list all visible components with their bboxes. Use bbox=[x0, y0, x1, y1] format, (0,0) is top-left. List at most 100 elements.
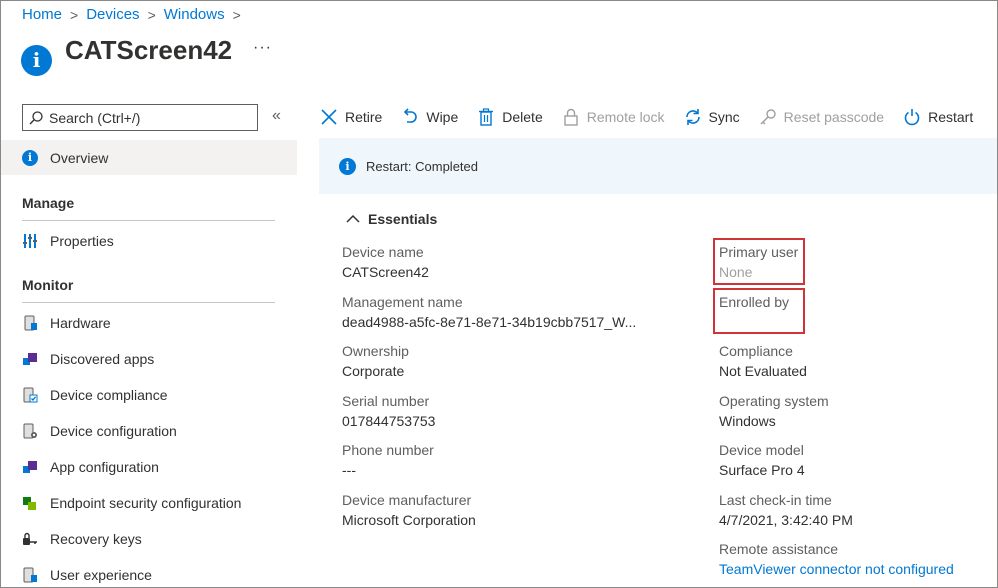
info-icon: i bbox=[21, 45, 52, 76]
sync-button[interactable]: Sync bbox=[683, 107, 740, 127]
divider bbox=[22, 220, 275, 221]
command-bar: Retire Wipe Delete Remote lock Sync Rese… bbox=[319, 101, 991, 133]
property-value: 4/7/2021, 3:42:40 PM bbox=[719, 512, 853, 528]
sidebar-item-user-experience[interactable]: User experience bbox=[22, 565, 152, 585]
section-title-manage: Manage bbox=[22, 195, 75, 211]
sidebar-item-device-configuration[interactable]: Device configuration bbox=[22, 421, 177, 441]
restart-label: Restart bbox=[928, 109, 974, 125]
property-value: dead4988-a5fc-8e71-8e71-34b19cbb7517_W..… bbox=[342, 314, 637, 330]
breadcrumb-windows[interactable]: Windows bbox=[164, 6, 225, 23]
sidebar-item-recovery-keys[interactable]: Recovery keys bbox=[22, 529, 142, 549]
sidebar-item-label: Recovery keys bbox=[50, 531, 142, 547]
property-value: Corporate bbox=[342, 363, 405, 379]
property-value: Microsoft Corporation bbox=[342, 512, 476, 528]
search-input[interactable] bbox=[49, 109, 239, 126]
info-icon: i bbox=[22, 149, 38, 166]
apps-icon bbox=[23, 353, 37, 365]
property-label: Serial number bbox=[342, 393, 430, 409]
sync-label: Sync bbox=[708, 109, 740, 125]
property-label: Phone number bbox=[342, 442, 434, 458]
sidebar-item-label: Device configuration bbox=[50, 423, 177, 439]
sidebar-item-label: Overview bbox=[50, 149, 109, 166]
property-management-name: Management name dead4988-a5fc-8e71-8e71-… bbox=[342, 292, 636, 332]
sidebar-item-label: Hardware bbox=[50, 315, 111, 331]
property-operating-system: Operating system Windows bbox=[719, 391, 829, 431]
property-device-model: Device model Surface Pro 4 bbox=[719, 440, 805, 480]
sidebar-item-label: Device compliance bbox=[50, 387, 168, 403]
reset-passcode-label: Reset passcode bbox=[783, 109, 885, 125]
essentials-title: Essentials bbox=[368, 211, 438, 227]
property-label: Device model bbox=[719, 442, 804, 458]
breadcrumb: Home > Devices > Windows > bbox=[22, 6, 249, 23]
property-phone-number: Phone number --- bbox=[342, 440, 434, 480]
property-ownership: Ownership Corporate bbox=[342, 341, 409, 381]
lock-icon bbox=[561, 107, 581, 127]
breadcrumb-home[interactable]: Home bbox=[22, 6, 62, 23]
reset-passcode-button[interactable]: Reset passcode bbox=[758, 107, 884, 127]
sidebar-item-label: App configuration bbox=[50, 459, 159, 475]
property-device-name: Device name CATScreen42 bbox=[342, 242, 429, 282]
endpoint-security-icon bbox=[23, 497, 36, 510]
property-value: Surface Pro 4 bbox=[719, 462, 805, 478]
section-title-monitor: Monitor bbox=[22, 277, 74, 293]
search-icon bbox=[29, 110, 43, 124]
chevron-right-icon: > bbox=[70, 6, 79, 23]
notification-text: Restart: Completed bbox=[366, 158, 478, 174]
sidebar-item-hardware[interactable]: Hardware bbox=[22, 313, 111, 333]
divider bbox=[22, 302, 275, 303]
chevron-right-icon: > bbox=[147, 6, 156, 23]
properties-icon bbox=[23, 234, 37, 248]
property-label: Device manufacturer bbox=[342, 492, 472, 508]
delete-label: Delete bbox=[502, 109, 543, 125]
user-experience-icon bbox=[23, 567, 37, 583]
property-label: Ownership bbox=[342, 343, 409, 359]
remote-lock-button[interactable]: Remote lock bbox=[561, 107, 665, 127]
property-value: CATScreen42 bbox=[342, 264, 429, 280]
sidebar-item-device-compliance[interactable]: Device compliance bbox=[22, 385, 168, 405]
teamviewer-connector-link[interactable]: TeamViewer connector not configured bbox=[719, 559, 954, 579]
delete-button[interactable]: Delete bbox=[476, 107, 543, 127]
power-icon bbox=[902, 107, 922, 127]
page-title: CATScreen42 bbox=[65, 35, 233, 65]
essentials-toggle[interactable]: Essentials bbox=[346, 211, 437, 227]
status-notification: i Restart: Completed bbox=[319, 138, 997, 194]
retire-button[interactable]: Retire bbox=[319, 107, 382, 127]
property-label: Remote assistance bbox=[719, 541, 839, 557]
restart-button[interactable]: Restart bbox=[902, 107, 973, 127]
property-compliance: Compliance Not Evaluated bbox=[719, 341, 807, 381]
remote-lock-label: Remote lock bbox=[586, 109, 665, 125]
wipe-label: Wipe bbox=[426, 109, 459, 125]
close-icon bbox=[319, 107, 339, 127]
device-overview-page: Home > Devices > Windows > i CATScreen42… bbox=[0, 0, 998, 588]
breadcrumb-devices[interactable]: Devices bbox=[86, 6, 139, 23]
wipe-button[interactable]: Wipe bbox=[400, 107, 458, 127]
configuration-icon bbox=[23, 423, 37, 439]
compliance-icon bbox=[23, 387, 38, 403]
highlight-enrolled-by bbox=[713, 288, 805, 334]
search-box[interactable] bbox=[22, 104, 258, 131]
info-icon: i bbox=[339, 157, 356, 175]
sidebar-item-label: Endpoint security configuration bbox=[50, 495, 242, 511]
retire-label: Retire bbox=[345, 109, 383, 125]
property-last-check-in-time: Last check-in time 4/7/2021, 3:42:40 PM bbox=[719, 490, 853, 530]
key-icon bbox=[758, 107, 778, 127]
property-label: Management name bbox=[342, 294, 463, 310]
key-icon bbox=[23, 532, 37, 545]
sidebar-item-overview[interactable]: i Overview bbox=[1, 140, 297, 175]
property-serial-number: Serial number 017844753753 bbox=[342, 391, 435, 431]
sidebar-item-app-configuration[interactable]: App configuration bbox=[22, 457, 159, 477]
sidebar-item-discovered-apps[interactable]: Discovered apps bbox=[22, 349, 154, 369]
collapse-sidebar-button[interactable]: « bbox=[272, 107, 281, 125]
sidebar-item-label: User experience bbox=[50, 567, 152, 583]
hardware-icon bbox=[24, 315, 37, 331]
property-label: Operating system bbox=[719, 393, 829, 409]
trash-icon bbox=[476, 107, 496, 127]
sync-icon bbox=[683, 107, 703, 127]
undo-icon bbox=[400, 107, 420, 127]
more-options-button[interactable]: ··· bbox=[253, 39, 272, 57]
app-config-icon bbox=[23, 461, 37, 473]
sidebar-item-endpoint-security-configuration[interactable]: Endpoint security configuration bbox=[22, 493, 241, 513]
property-remote-assistance: Remote assistance TeamViewer connector n… bbox=[719, 539, 954, 579]
sidebar-item-properties[interactable]: Properties bbox=[22, 231, 114, 251]
chevron-right-icon: > bbox=[232, 6, 241, 23]
